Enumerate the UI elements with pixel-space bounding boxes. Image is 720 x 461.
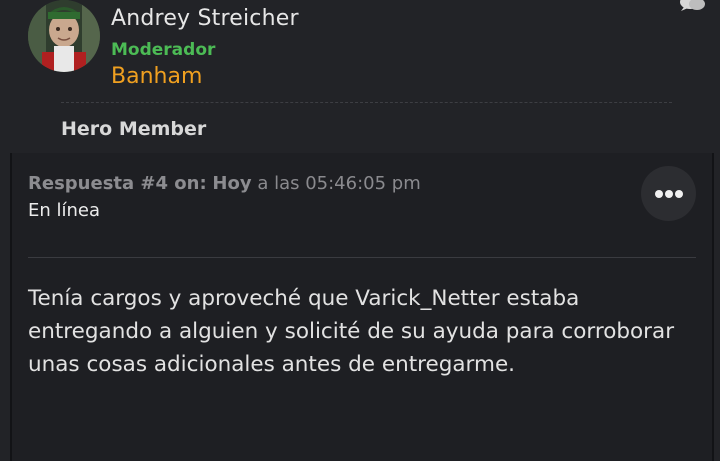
more-horizontal-icon — [654, 189, 683, 198]
post-meta: Respuesta #4 on: Hoy a las 05:46:05 pm — [28, 173, 421, 194]
reply-label[interactable]: Respuesta #4 on: — [28, 173, 207, 194]
post-divider — [28, 257, 696, 258]
member-rank: Hero Member — [61, 118, 207, 140]
chat-bubbles-icon[interactable] — [678, 0, 706, 12]
profile-divider — [61, 102, 672, 103]
group-label: Banham — [111, 64, 203, 89]
role-label: Moderador — [111, 40, 216, 60]
online-status: En línea — [28, 200, 101, 221]
username[interactable]: Andrey Streicher — [111, 6, 299, 31]
post-time: a las 05:46:05 pm — [257, 173, 421, 194]
forum-post-page: Andrey Streicher Moderador Banham Hero M… — [0, 0, 720, 461]
post-body: Tenía cargos y aproveché que Varick_Nett… — [28, 286, 675, 377]
post-day: Hoy — [212, 173, 252, 194]
more-options-button[interactable] — [641, 166, 696, 221]
avatar[interactable] — [28, 0, 100, 72]
